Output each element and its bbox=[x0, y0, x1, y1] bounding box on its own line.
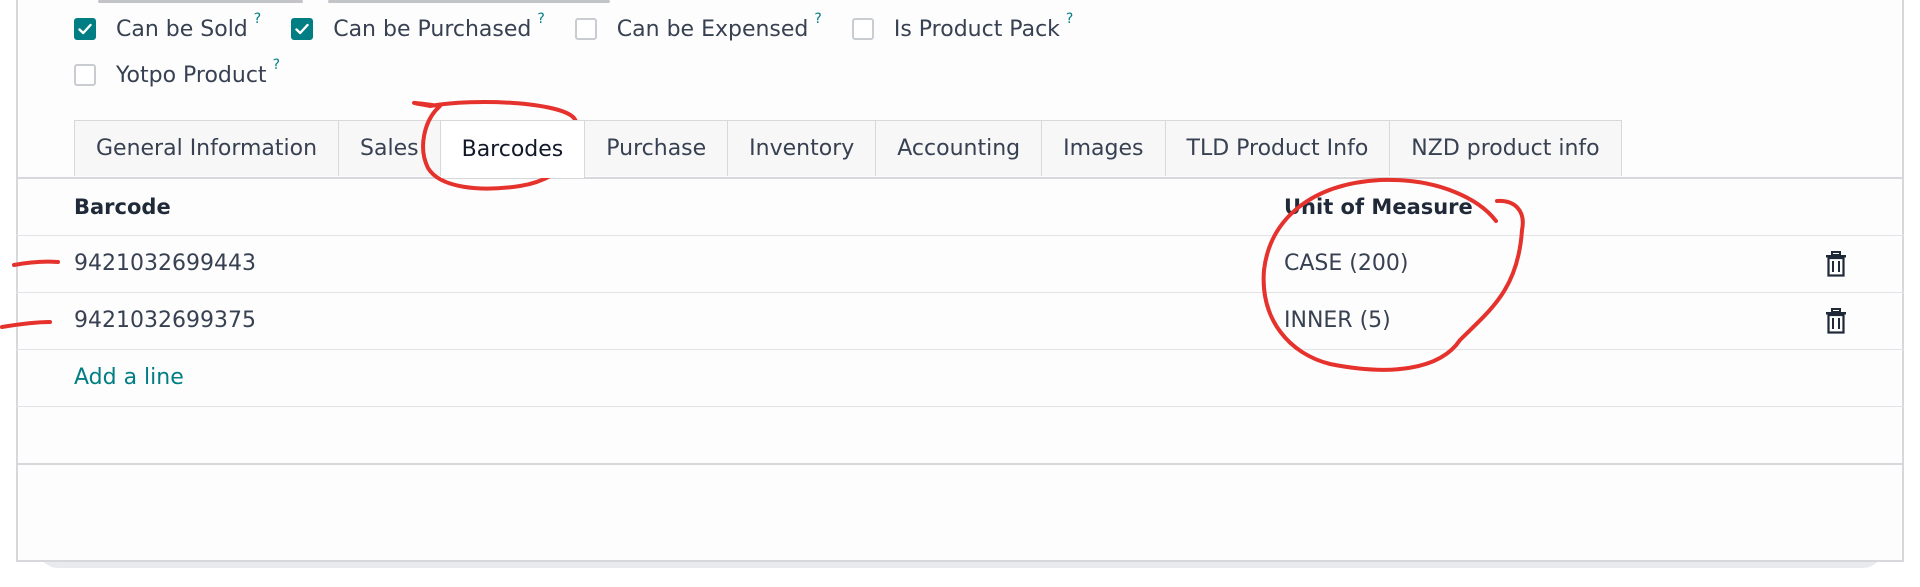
options-row-2: Yotpo Product ? bbox=[74, 57, 1103, 92]
is-product-pack-label[interactable]: Is Product Pack bbox=[894, 17, 1060, 42]
product-options: Can be Sold ? Can be Purchased ? Can be … bbox=[74, 11, 1103, 104]
help-tooltip-icon[interactable]: ? bbox=[814, 11, 821, 27]
trash-icon[interactable] bbox=[1824, 251, 1848, 277]
can-be-purchased-checkbox[interactable] bbox=[291, 18, 314, 40]
tab-sales[interactable]: Sales bbox=[339, 120, 441, 176]
trash-icon[interactable] bbox=[1824, 308, 1848, 334]
check-icon bbox=[78, 23, 92, 35]
can-be-sold-checkbox[interactable] bbox=[74, 18, 96, 40]
add-line-row: Add a line bbox=[16, 350, 1904, 407]
top-edge-divider bbox=[328, 0, 610, 3]
option-yotpo-product[interactable]: Yotpo Product ? bbox=[74, 57, 280, 88]
tab-nzd-product-info[interactable]: NZD product info bbox=[1390, 120, 1622, 176]
barcode-column-header[interactable]: Barcode bbox=[74, 179, 171, 235]
tab-general-information[interactable]: General Information bbox=[74, 120, 340, 176]
add-a-line-link[interactable]: Add a line bbox=[74, 350, 184, 406]
is-product-pack-checkbox[interactable] bbox=[851, 18, 874, 40]
barcodes-table: Barcode Unit of Measure 9421032699443 CA… bbox=[16, 179, 1904, 465]
tab-barcodes[interactable]: Barcodes bbox=[440, 120, 586, 178]
table-row[interactable]: 9421032699443 CASE (200) bbox=[16, 236, 1904, 293]
tab-accounting[interactable]: Accounting bbox=[876, 120, 1043, 176]
table-row[interactable]: 9421032699375 INNER (5) bbox=[16, 293, 1904, 350]
can-be-expensed-checkbox[interactable] bbox=[574, 18, 597, 40]
uom-column-header[interactable]: Unit of Measure bbox=[1284, 179, 1473, 235]
help-tooltip-icon[interactable]: ? bbox=[537, 11, 544, 27]
can-be-purchased-label[interactable]: Can be Purchased bbox=[333, 17, 531, 42]
uom-cell[interactable]: INNER (5) bbox=[1284, 293, 1391, 349]
tab-tld-product-info[interactable]: TLD Product Info bbox=[1165, 120, 1391, 176]
uom-cell[interactable]: CASE (200) bbox=[1284, 236, 1408, 292]
notebook-tabs: General Information Sales Barcodes Purch… bbox=[74, 120, 1622, 178]
tab-purchase[interactable]: Purchase bbox=[585, 120, 729, 176]
option-can-be-sold[interactable]: Can be Sold ? bbox=[74, 11, 261, 42]
can-be-expensed-label[interactable]: Can be Expensed bbox=[617, 17, 809, 42]
option-can-be-purchased[interactable]: Can be Purchased ? bbox=[291, 11, 545, 42]
tab-images[interactable]: Images bbox=[1042, 120, 1166, 176]
yotpo-product-label[interactable]: Yotpo Product bbox=[116, 63, 267, 88]
top-edge-divider bbox=[98, 0, 303, 3]
option-can-be-expensed[interactable]: Can be Expensed ? bbox=[574, 11, 822, 42]
option-is-product-pack[interactable]: Is Product Pack ? bbox=[851, 11, 1073, 42]
help-tooltip-icon[interactable]: ? bbox=[254, 11, 261, 27]
help-tooltip-icon[interactable]: ? bbox=[1066, 11, 1073, 27]
barcode-cell[interactable]: 9421032699375 bbox=[74, 293, 256, 349]
help-tooltip-icon[interactable]: ? bbox=[273, 57, 280, 73]
tab-inventory[interactable]: Inventory bbox=[728, 120, 877, 176]
yotpo-product-checkbox[interactable] bbox=[74, 64, 96, 86]
table-empty-row bbox=[16, 407, 1904, 465]
check-icon bbox=[295, 23, 309, 35]
table-header-row: Barcode Unit of Measure bbox=[16, 179, 1904, 236]
barcode-cell[interactable]: 9421032699443 bbox=[74, 236, 256, 292]
can-be-sold-label[interactable]: Can be Sold bbox=[116, 17, 248, 42]
options-row-1: Can be Sold ? Can be Purchased ? Can be … bbox=[74, 11, 1103, 46]
